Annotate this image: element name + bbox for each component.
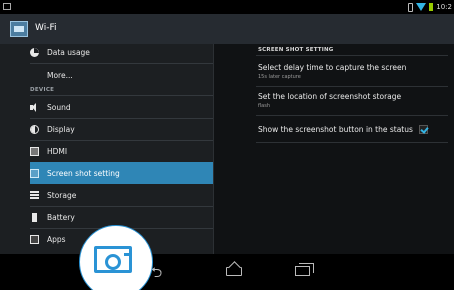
settings-menu: Data usage More... DEVICE Sound Display … xyxy=(0,44,213,254)
storage-icon xyxy=(30,190,39,200)
status-bar: 10:2 xyxy=(0,0,454,14)
home-icon[interactable] xyxy=(226,267,242,276)
setting-title: Set the location of screenshot storage xyxy=(258,92,402,101)
menu-item-label: Screen shot setting xyxy=(47,168,120,178)
menu-item-label: Data usage xyxy=(47,47,90,57)
settings-app-icon[interactable] xyxy=(10,21,28,37)
bluetooth-icon xyxy=(408,2,414,12)
camera-lens xyxy=(105,254,121,270)
recent-apps-icon[interactable] xyxy=(295,263,314,276)
page-title: Wi-Fi xyxy=(35,23,57,33)
battery-status-icon xyxy=(429,3,434,11)
menu-item-sound[interactable]: Sound xyxy=(30,96,213,118)
menu-item-storage[interactable]: Storage xyxy=(30,184,213,206)
pane-divider xyxy=(213,44,214,254)
menu-item-label: Apps xyxy=(47,234,66,244)
action-bar: Wi-Fi xyxy=(0,14,454,44)
camera-flash xyxy=(124,253,130,256)
hdmi-icon xyxy=(30,146,39,156)
menu-item-label: HDMI xyxy=(47,146,68,156)
divider xyxy=(256,55,448,56)
show-button-checkbox[interactable] xyxy=(419,125,428,134)
menu-item-more[interactable]: More... xyxy=(30,64,213,86)
screenshot-camera-button[interactable] xyxy=(79,225,153,290)
wifi-signal-icon xyxy=(416,3,427,11)
divider xyxy=(256,142,448,143)
screenshot-icon xyxy=(30,168,39,178)
menu-item-label: Sound xyxy=(47,102,71,112)
menu-item-label: Battery xyxy=(47,212,75,222)
display-icon xyxy=(30,124,39,134)
menu-item-screen-shot-setting[interactable]: Screen shot setting xyxy=(30,162,213,184)
status-icons: 10:2 xyxy=(408,2,452,12)
setting-title: Select delay time to capture the screen xyxy=(258,63,407,72)
menu-item-data-usage[interactable]: Data usage xyxy=(30,41,213,63)
sound-icon xyxy=(30,102,39,112)
camera-icon xyxy=(94,246,132,273)
navigation-bar: ⮌ xyxy=(0,254,454,290)
section-header-device: DEVICE xyxy=(30,87,55,93)
battery-icon xyxy=(32,212,37,222)
settings-section-header: SCREEN SHOT SETTING xyxy=(258,47,334,53)
divider xyxy=(256,86,448,87)
data-usage-icon xyxy=(30,47,39,57)
divider xyxy=(256,115,448,116)
notification-icon xyxy=(3,3,11,10)
menu-item-label: Display xyxy=(47,124,75,134)
menu-item-label: More... xyxy=(47,70,73,80)
menu-item-label: Storage xyxy=(47,190,77,200)
setting-subtitle: flash xyxy=(258,103,270,109)
menu-item-hdmi[interactable]: HDMI xyxy=(30,140,213,162)
apps-icon xyxy=(30,234,39,244)
settings-content: Data usage More... DEVICE Sound Display … xyxy=(0,44,454,254)
android-screen: 10:2 Wi-Fi Data usage More... DEVICE Sou… xyxy=(0,0,454,290)
setting-subtitle: 15s later capture xyxy=(258,74,301,80)
clock: 10:2 xyxy=(436,3,452,11)
setting-title: Show the screenshot button in the status xyxy=(258,125,413,134)
menu-item-display[interactable]: Display xyxy=(30,118,213,140)
